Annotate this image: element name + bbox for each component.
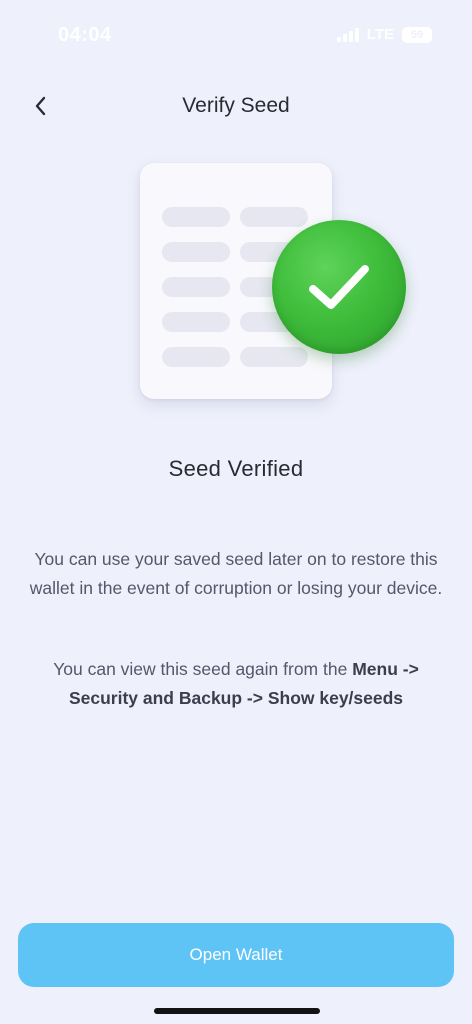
- signal-icon: [336, 27, 359, 42]
- page-title: Verify Seed: [182, 94, 290, 117]
- seed-verified-illustration: [130, 155, 420, 415]
- status-indicators: LTE 59: [336, 26, 432, 43]
- description-view-seed: You can view this seed again from the Me…: [26, 655, 446, 713]
- open-wallet-button[interactable]: Open Wallet: [18, 923, 454, 987]
- status-time: 04:04: [58, 24, 112, 46]
- network-label: LTE: [366, 26, 394, 43]
- menu-path-line2: Security and Backup -> Show key/seeds: [68, 688, 404, 708]
- check-icon: [309, 265, 369, 309]
- description-restore: You can use your saved seed later on to …: [29, 549, 443, 598]
- home-indicator: [154, 1008, 320, 1014]
- battery-icon: 59: [402, 26, 432, 43]
- header: Verify Seed: [0, 82, 472, 132]
- battery-level: 59: [410, 28, 424, 41]
- headline: Seed Verified: [168, 456, 304, 481]
- description-view-seed-text: You can view this seed again from the: [53, 659, 353, 679]
- status-bar: 04:04 LTE 59: [0, 0, 472, 70]
- menu-path-line1: Menu ->: [352, 659, 419, 679]
- check-badge: [272, 220, 406, 354]
